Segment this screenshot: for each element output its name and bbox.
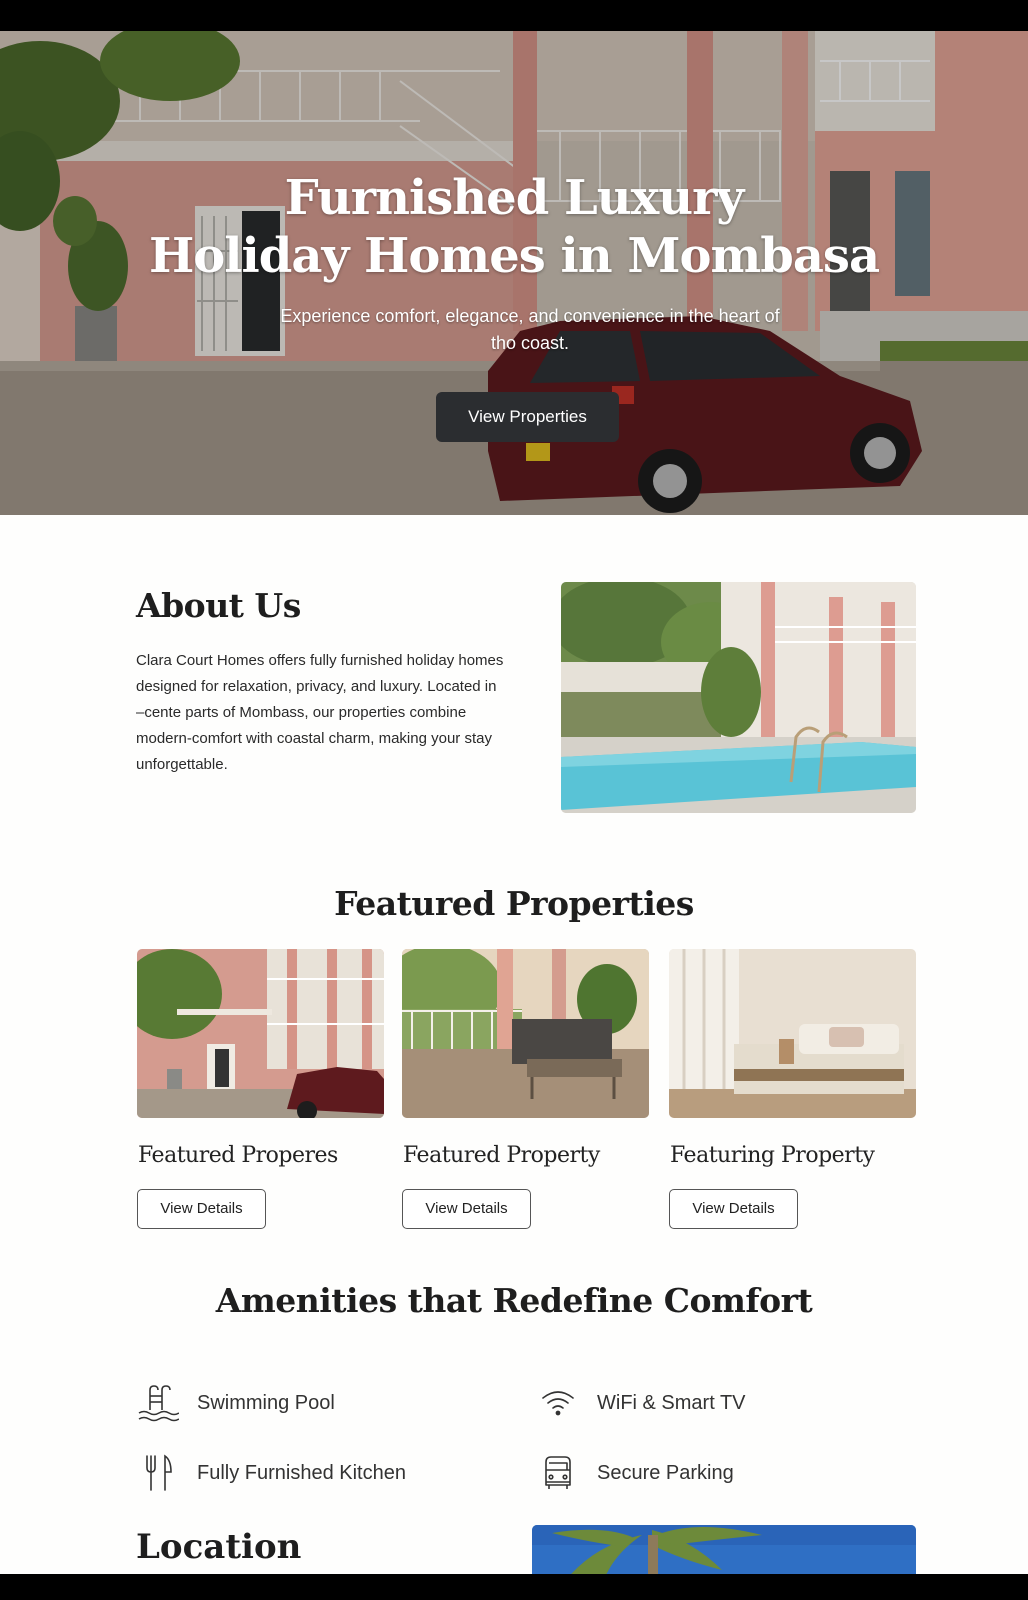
view-details-button[interactable]: View Details <box>402 1189 531 1229</box>
hero-section: Furnished Luxury Holiday Homes in Mombas… <box>0 31 1028 515</box>
amenity-label: Swimming Pool <box>197 1391 335 1414</box>
top-black-bar <box>0 0 1028 31</box>
amenity-label: Fully Furnished Kitchen <box>197 1461 406 1484</box>
view-details-button[interactable]: View Details <box>137 1189 266 1229</box>
property-card: Featured Property View Details <box>402 949 649 1229</box>
utensils-icon <box>137 1452 179 1494</box>
property-card: Featuring Property View Details <box>669 949 916 1229</box>
car-icon <box>537 1452 579 1494</box>
hero-title: Furnished Luxury Holiday Homes in Mombas… <box>0 169 1028 285</box>
pool-icon <box>137 1382 179 1424</box>
view-properties-button[interactable]: View Properties <box>436 392 619 442</box>
amenity-label: Secure Parking <box>597 1461 734 1484</box>
property-name: Featured Property <box>403 1143 600 1168</box>
location-image <box>532 1525 916 1574</box>
amenity-item: Fully Furnished Kitchen <box>137 1452 406 1494</box>
about-pool-image <box>561 582 916 813</box>
amenities-title: Amenities that Redefine Comfort <box>215 1281 813 1320</box>
featured-title: Featured Properties <box>334 884 694 923</box>
page: Furnished Luxury Holiday Homes in Mombas… <box>0 31 1028 1574</box>
wifi-icon <box>537 1382 579 1424</box>
about-text: Clara Court Homes offers fully furnished… <box>136 652 504 773</box>
property-image[interactable] <box>402 949 649 1118</box>
amenity-item: WiFi & Smart TV <box>537 1382 746 1424</box>
property-name: Featured Properes <box>138 1143 338 1168</box>
property-image[interactable] <box>137 949 384 1118</box>
bottom-black-bar <box>0 1574 1028 1600</box>
property-name: Featuring Property <box>670 1143 875 1168</box>
property-image[interactable] <box>669 949 916 1118</box>
location-title: Location <box>136 1527 302 1567</box>
amenity-item: Secure Parking <box>537 1452 734 1494</box>
hero-title-line-1: Furnished Luxury <box>284 170 745 226</box>
property-card: Featured Properes View Details <box>137 949 384 1229</box>
about-title: About Us <box>136 586 301 625</box>
amenity-item: Swimming Pool <box>137 1382 335 1424</box>
amenity-label: WiFi & Smart TV <box>597 1391 746 1414</box>
view-details-button[interactable]: View Details <box>669 1189 798 1229</box>
hero-subtitle: Experience comfort, elegance, and conven… <box>280 306 780 353</box>
hero-title-line-2: Holiday Homes in Mombasa <box>148 228 880 284</box>
